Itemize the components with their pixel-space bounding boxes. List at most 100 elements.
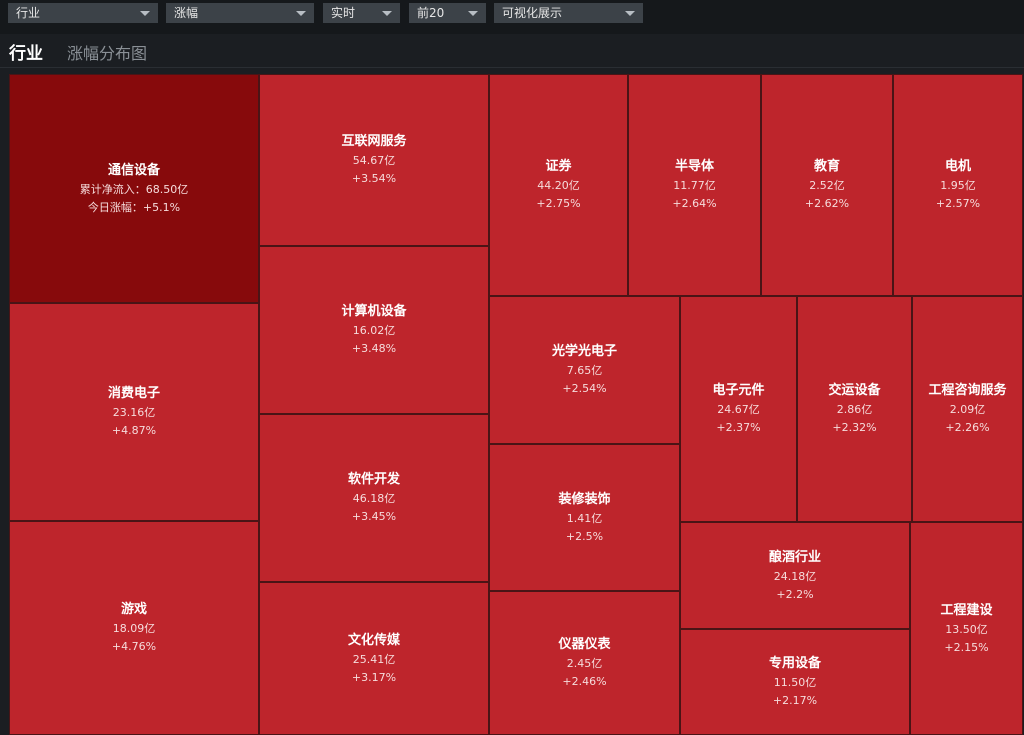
tile-change: +2.32%	[832, 421, 877, 434]
tile-name: 证券	[545, 159, 572, 174]
treemap-tile[interactable]: 酿酒行业 24.18亿 +2.2%	[680, 522, 910, 629]
tile-value: 16.02亿	[352, 324, 396, 337]
tile-change: +2.57%	[935, 197, 981, 210]
chevron-down-icon	[140, 11, 150, 16]
treemap-tile[interactable]: 软件开发 46.18亿 +3.45%	[259, 414, 489, 582]
view-mode-select-value: 可视化展示	[502, 6, 563, 20]
tile-value: 2.09亿	[949, 403, 986, 416]
tile-value: 23.16亿	[112, 406, 156, 419]
tile-value: 13.50亿	[945, 622, 988, 636]
tile-value: 46.18亿	[352, 492, 396, 505]
chevron-down-icon	[296, 11, 306, 16]
treemap-tile[interactable]: 电机 1.95亿 +2.57%	[893, 74, 1023, 296]
tile-name: 消费电子	[107, 386, 160, 401]
tile-value: 18.09亿	[112, 622, 156, 635]
tile-value: 24.18亿	[773, 569, 817, 583]
tile-change: +2.64%	[672, 197, 717, 210]
period-select-value: 实时	[331, 6, 356, 20]
tile-change: +2.46%	[562, 675, 607, 688]
range-select[interactable]: 前20	[409, 3, 486, 23]
tile-change: +2.26%	[945, 421, 990, 434]
tile-value: 44.20亿	[537, 179, 580, 192]
tile-name: 文化传媒	[347, 632, 400, 648]
treemap-tile[interactable]: 光学光电子 7.65亿 +2.54%	[489, 296, 680, 444]
tile-name: 工程建设	[940, 602, 993, 618]
tile-change: +3.54%	[351, 172, 397, 185]
treemap: 通信设备 累计净流入：68.50亿 今日涨幅：+5.1% 消费电子 23.16亿…	[8, 73, 1024, 735]
tile-change: +2.17%	[772, 694, 818, 707]
tile-change: 今日涨幅：+5.1%	[87, 200, 181, 214]
tile-name: 半导体	[674, 159, 714, 174]
tile-name: 专用设备	[768, 656, 821, 671]
tile-name: 软件开发	[347, 472, 400, 487]
tile-name: 电机	[944, 159, 971, 174]
category-select[interactable]: 行业	[8, 3, 158, 23]
tile-name: 通信设备	[107, 162, 160, 178]
tile-name: 酿酒行业	[768, 549, 821, 565]
filter-toolbar: 行业 涨幅 实时 前20 可视化展示	[0, 0, 1024, 34]
tile-change: +2.54%	[562, 382, 607, 395]
range-select-value: 前20	[417, 6, 445, 20]
tile-value: 24.67亿	[717, 403, 760, 416]
tile-change: +2.62%	[804, 197, 850, 210]
tile-value: 1.41亿	[566, 511, 603, 525]
treemap-tile[interactable]: 电子元件 24.67亿 +2.37%	[680, 296, 797, 522]
tile-name: 计算机设备	[341, 304, 407, 319]
treemap-tile[interactable]: 教育 2.52亿 +2.62%	[761, 74, 893, 296]
tile-value: 11.77亿	[673, 179, 716, 192]
tile-name: 光学光电子	[551, 344, 617, 359]
tile-value: 25.41亿	[352, 652, 396, 666]
treemap-tile[interactable]: 工程建设 13.50亿 +2.15%	[910, 522, 1023, 735]
tile-change: +4.76%	[111, 640, 157, 653]
tile-name: 互联网服务	[341, 134, 407, 149]
treemap-tile[interactable]: 装修装饰 1.41亿 +2.5%	[489, 444, 680, 591]
treemap-tile[interactable]: 仪器仪表 2.45亿 +2.46%	[489, 591, 680, 735]
metric-select[interactable]: 涨幅	[166, 3, 314, 23]
page-subtitle: 涨幅分布图	[67, 44, 148, 63]
treemap-tile[interactable]: 证券 44.20亿 +2.75%	[489, 74, 628, 296]
treemap-tile[interactable]: 交运设备 2.86亿 +2.32%	[797, 296, 912, 522]
tile-value: 2.52亿	[809, 179, 845, 192]
tile-value: 2.45亿	[566, 657, 603, 670]
tile-change: +2.15%	[944, 640, 989, 654]
tile-change: +2.2%	[776, 587, 814, 601]
treemap-tile[interactable]: 游戏 18.09亿 +4.76%	[9, 521, 259, 735]
metric-select-value: 涨幅	[174, 6, 199, 20]
tile-value: 7.65亿	[566, 364, 603, 377]
tile-name: 电子元件	[712, 383, 765, 398]
tile-value: 2.86亿	[836, 403, 873, 416]
tile-name: 工程咨询服务	[928, 383, 1007, 398]
treemap-tile[interactable]: 通信设备 累计净流入：68.50亿 今日涨幅：+5.1%	[9, 74, 259, 303]
treemap-tile[interactable]: 计算机设备 16.02亿 +3.48%	[259, 246, 489, 414]
tile-name: 游戏	[120, 602, 147, 617]
tile-change: +3.48%	[351, 342, 397, 355]
view-mode-select[interactable]: 可视化展示	[494, 3, 643, 23]
tile-name: 仪器仪表	[558, 637, 611, 652]
tile-change: +2.37%	[716, 421, 761, 434]
tile-change: +3.45%	[351, 510, 397, 523]
treemap-tile[interactable]: 半导体 11.77亿 +2.64%	[628, 74, 761, 296]
tile-value: 累计净流入：68.50亿	[79, 182, 189, 196]
treemap-tile[interactable]: 互联网服务 54.67亿 +3.54%	[259, 74, 489, 246]
tile-change: +2.75%	[536, 197, 581, 210]
treemap-tile[interactable]: 专用设备 11.50亿 +2.17%	[680, 629, 910, 735]
treemap-tile[interactable]: 消费电子 23.16亿 +4.87%	[9, 303, 259, 521]
page-title: 行业	[9, 44, 43, 64]
category-select-value: 行业	[16, 6, 41, 20]
tile-value: 54.67亿	[352, 154, 396, 167]
tile-change: +2.5%	[565, 529, 604, 543]
chevron-down-icon	[468, 11, 478, 16]
tile-name: 交运设备	[828, 383, 881, 398]
tile-name: 教育	[813, 159, 840, 174]
treemap-tile[interactable]: 文化传媒 25.41亿 +3.17%	[259, 582, 489, 735]
title-bar: 行业 涨幅分布图	[0, 34, 1024, 68]
treemap-tile[interactable]: 工程咨询服务 2.09亿 +2.26%	[912, 296, 1023, 522]
tile-change: +4.87%	[111, 424, 157, 437]
tile-change: +3.17%	[351, 670, 397, 684]
tile-value: 1.95亿	[940, 179, 976, 192]
period-select[interactable]: 实时	[323, 3, 400, 23]
chevron-down-icon	[625, 11, 635, 16]
tile-name: 装修装饰	[558, 491, 611, 507]
tile-value: 11.50亿	[773, 676, 817, 689]
chevron-down-icon	[382, 11, 392, 16]
